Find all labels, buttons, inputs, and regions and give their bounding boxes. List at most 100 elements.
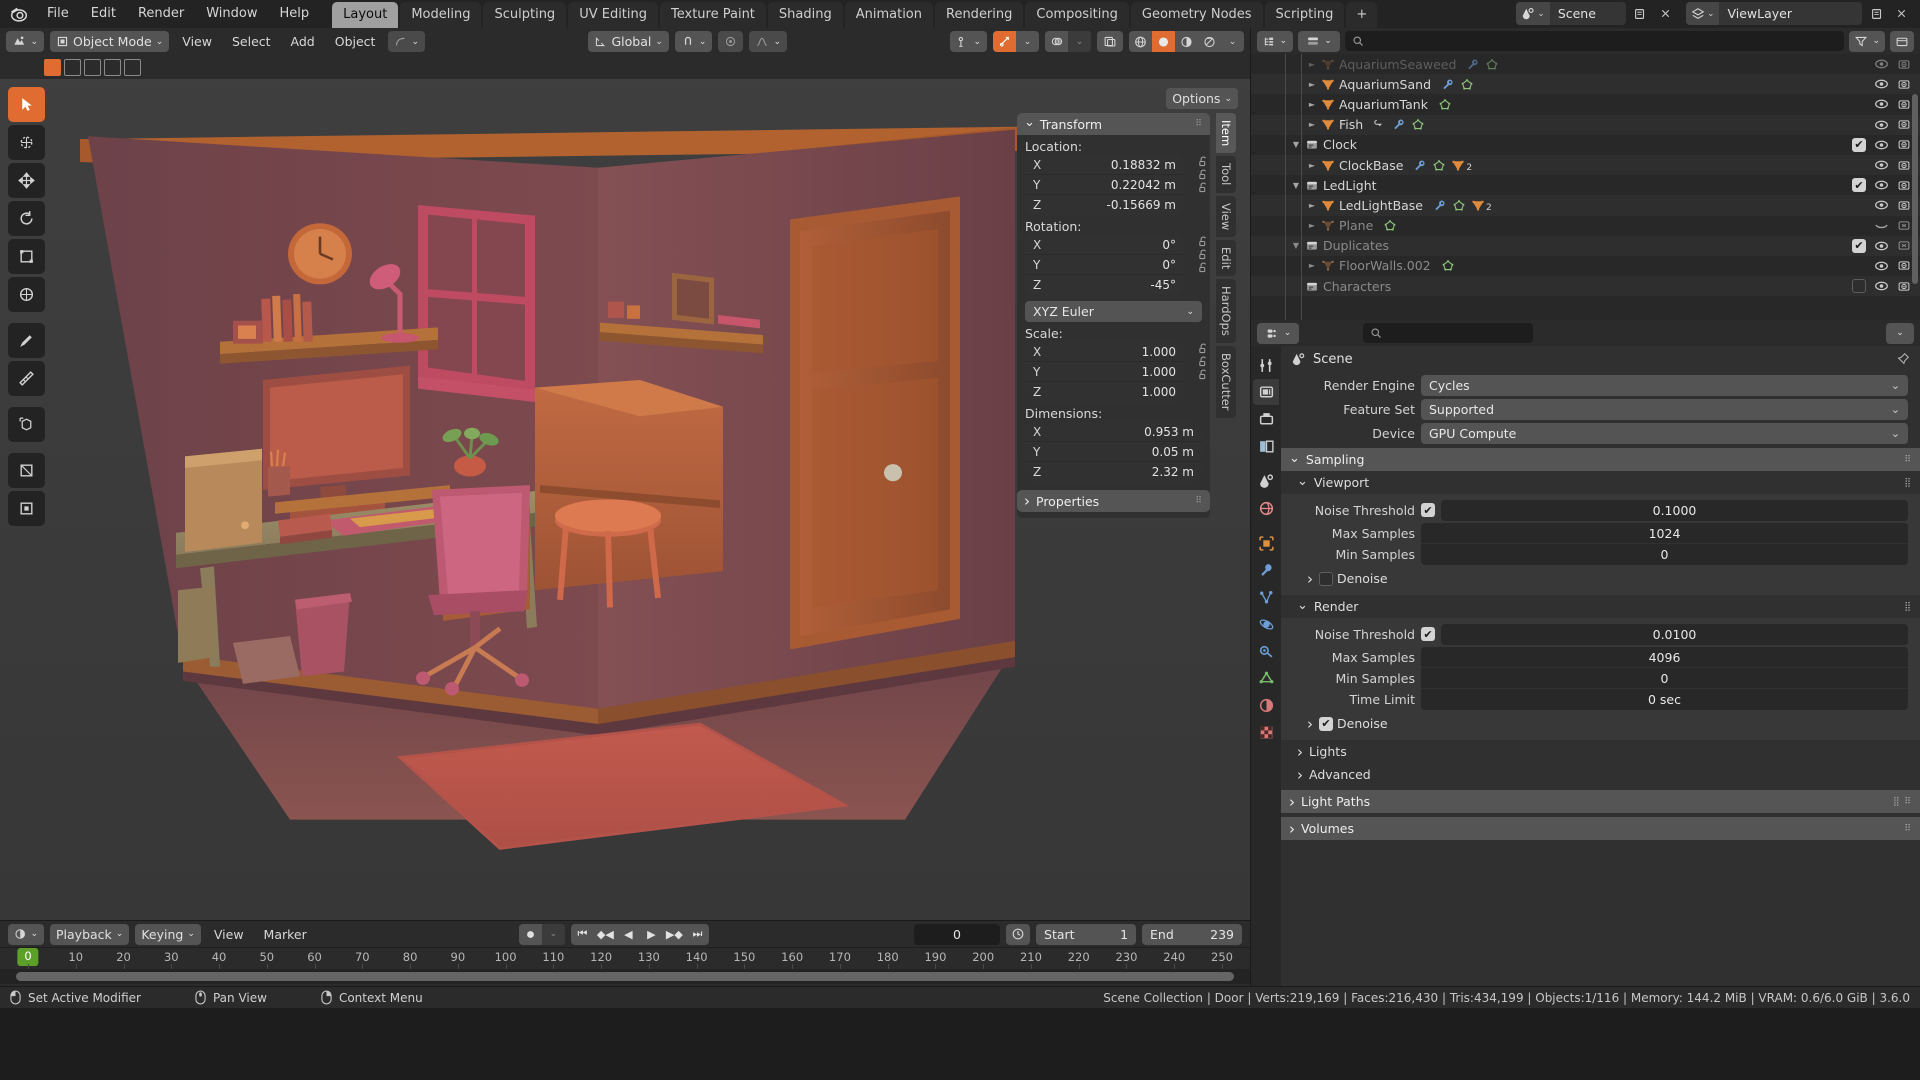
dimensions-y-field[interactable]: Y 0.05 m	[1025, 442, 1202, 462]
shading-dropdown-icon[interactable]: ⌄	[1221, 31, 1244, 52]
noise-threshold-checkbox[interactable]: ✔	[1421, 503, 1435, 517]
hide-eye-icon[interactable]	[1874, 179, 1889, 191]
end-frame-field[interactable]: End 239	[1142, 923, 1243, 945]
timeline-horizontal-scrollbar[interactable]	[16, 972, 1234, 981]
new-scene-icon[interactable]	[1630, 3, 1651, 25]
properties-tab-render[interactable]	[1253, 379, 1279, 405]
expand-icon[interactable]	[1307, 715, 1313, 733]
select-box-tool[interactable]	[8, 125, 45, 160]
hide-eye-icon[interactable]	[1874, 240, 1889, 252]
select-subtract-icon[interactable]	[84, 58, 101, 76]
lock-icon[interactable]	[1197, 155, 1210, 168]
material-preview-shading-icon[interactable]	[1175, 31, 1198, 52]
expand-icon[interactable]: ►	[1305, 161, 1319, 170]
expand-icon[interactable]: ►	[1305, 80, 1319, 89]
properties-tab-material[interactable]	[1253, 692, 1279, 718]
unlink-scene-icon[interactable]	[1655, 3, 1676, 25]
sidebar-tab-hardops[interactable]: HardOps	[1216, 279, 1236, 343]
outliner-row[interactable]: ► AquariumTank	[1251, 94, 1920, 114]
viewport-menu-object[interactable]: Object	[328, 34, 383, 49]
properties-tab-object[interactable]	[1253, 530, 1279, 556]
outliner-search-input[interactable]	[1345, 31, 1845, 51]
lock-icon[interactable]	[1197, 168, 1210, 181]
object-mode-selector[interactable]: Object Mode ⌄	[50, 31, 170, 52]
hide-eye-icon[interactable]	[1874, 119, 1889, 131]
expand-icon[interactable]	[1297, 766, 1303, 784]
expand-icon[interactable]: ►	[1305, 60, 1319, 69]
auto-keying-dropdown-icon[interactable]: ⌄	[541, 923, 565, 945]
select-extend-icon[interactable]	[64, 58, 81, 76]
hardops-tool[interactable]	[8, 491, 45, 526]
properties-tab-world[interactable]	[1253, 495, 1279, 521]
add-cube-tool[interactable]	[8, 407, 45, 442]
outliner-row[interactable]: ▼ Duplicates ✔	[1251, 235, 1920, 256]
outliner-new-collection-button[interactable]	[1890, 30, 1914, 52]
outliner-filter-button[interactable]: ⌄	[1849, 30, 1885, 52]
presets-icon[interactable]: ⣿ ⠿	[1893, 797, 1912, 807]
expand-icon[interactable]: ►	[1305, 261, 1319, 270]
outliner-row[interactable]: ► AquariumSand	[1251, 74, 1920, 95]
outliner-scrollbar[interactable]	[1912, 94, 1918, 284]
select-invert-icon[interactable]	[104, 58, 121, 76]
lights-subsection-header[interactable]: Lights	[1281, 740, 1920, 763]
auto-keying-icon[interactable]	[519, 924, 542, 945]
viewport-options-button[interactable]: Options ⌄	[1166, 88, 1238, 109]
jump-start-button[interactable]: ⏮	[571, 924, 594, 945]
lock-icon[interactable]	[1197, 248, 1210, 261]
menu-edit[interactable]: Edit	[80, 3, 127, 25]
tab-modeling[interactable]: Modeling	[400, 2, 482, 28]
expand-icon[interactable]: ►	[1305, 120, 1319, 129]
measure-tool[interactable]	[8, 361, 45, 396]
properties-tab-texture[interactable]	[1253, 719, 1279, 745]
timeline-ruler[interactable]: 0 10 20 30 40 50 60 70 80 90 100 110 120 130 140 150 160…	[0, 947, 1250, 969]
pin-icon[interactable]	[1896, 352, 1910, 366]
render-camera-icon[interactable]	[1897, 280, 1911, 293]
use-preview-range-icon[interactable]	[1006, 923, 1031, 945]
properties-tab-scene[interactable]	[1253, 468, 1279, 494]
boxcutter-tool[interactable]	[8, 453, 45, 488]
hide-eye-icon[interactable]	[1874, 159, 1889, 171]
tab-uv-editing[interactable]: UV Editing	[568, 2, 659, 28]
exclude-collection-checkbox[interactable]: ✔	[1852, 178, 1866, 193]
lock-icon[interactable]	[1197, 181, 1210, 194]
presets-icon[interactable]: ⣿	[1904, 602, 1912, 612]
viewport-subsection-header[interactable]: Viewport ⣿	[1281, 471, 1920, 494]
exclude-collection-checkbox[interactable]: ✔	[1852, 279, 1866, 294]
properties-editor-type-selector[interactable]: ⌄	[1257, 322, 1299, 344]
wireframe-shading-icon[interactable]	[1129, 31, 1152, 52]
hide-eye-icon[interactable]	[1874, 139, 1889, 151]
sidebar-tab-tool[interactable]: Tool	[1216, 156, 1236, 193]
toggle-xray-icon[interactable]	[1045, 31, 1068, 52]
max-samples-field[interactable]: 1024	[1421, 523, 1908, 544]
advanced-subsection-header[interactable]: Advanced	[1281, 763, 1920, 786]
timeline-menu-view[interactable]: View	[207, 927, 251, 942]
noise-threshold-checkbox[interactable]: ✔	[1421, 627, 1435, 641]
outliner-row[interactable]: ► FloorWalls.002	[1251, 256, 1920, 276]
tweak-tool[interactable]	[8, 87, 45, 122]
proportional-falloff-selector[interactable]: ⌄	[749, 31, 787, 52]
prev-keyframe-button[interactable]: ◆◀	[594, 924, 617, 945]
3d-viewport[interactable]: Options ⌄ Z X Y	[0, 55, 1250, 920]
device-select[interactable]: GPU Compute ⌄	[1421, 422, 1908, 444]
expand-icon[interactable]	[1297, 743, 1303, 761]
properties-subpanel-header[interactable]: Properties ⠿	[1017, 490, 1210, 512]
presets-icon[interactable]: ⣿	[1904, 478, 1912, 488]
light-paths-section-header[interactable]: Light Paths ⣿ ⠿	[1281, 790, 1920, 813]
render-camera-icon[interactable]	[1897, 78, 1911, 91]
outliner-row[interactable]: ► Plane	[1251, 216, 1920, 236]
lock-icon[interactable]	[1197, 368, 1210, 381]
outliner-editor-type-selector[interactable]: ⌄	[1257, 30, 1293, 52]
proportional-editing-button[interactable]	[718, 31, 744, 52]
select-intersect-icon[interactable]	[124, 58, 141, 76]
render-camera-icon[interactable]	[1897, 199, 1911, 212]
hide-eye-icon[interactable]	[1874, 260, 1889, 272]
scale-y-field[interactable]: Y 1.000	[1025, 362, 1184, 382]
collapse-icon[interactable]	[1289, 452, 1300, 468]
expand-icon[interactable]: ►	[1305, 221, 1319, 230]
tab-scripting[interactable]: Scripting	[1264, 2, 1345, 28]
disable-render-icon[interactable]	[1897, 239, 1911, 252]
transform-panel-header[interactable]: Transform ⠿	[1017, 113, 1210, 135]
exclude-collection-checkbox[interactable]: ✔	[1852, 137, 1866, 152]
move-tool[interactable]	[8, 163, 45, 198]
outliner-row[interactable]: ► ClockBase 2	[1251, 154, 1920, 176]
